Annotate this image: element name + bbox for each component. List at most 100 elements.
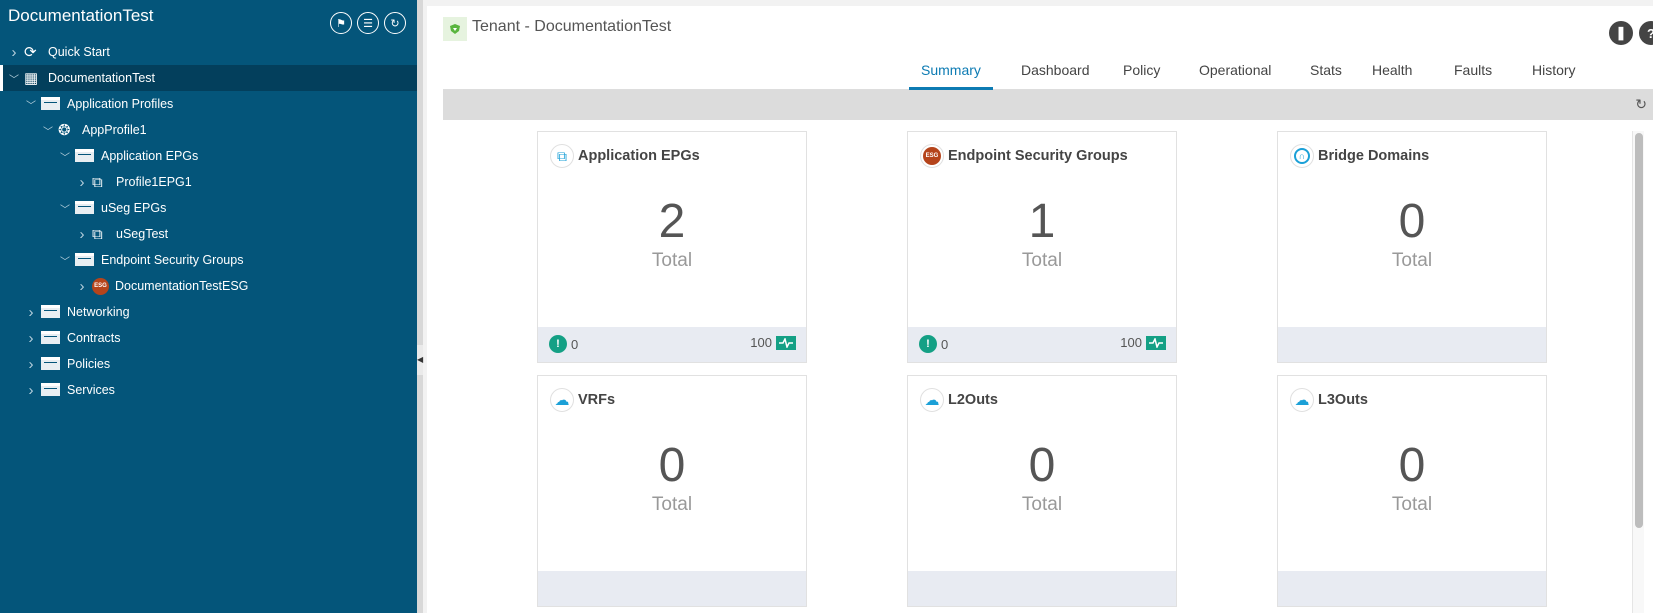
- summary-card[interactable]: ⧉ Application EPGs 2 Total ! 0 100: [537, 131, 807, 363]
- chevron-down-icon[interactable]: ﹀: [59, 149, 71, 164]
- tree-item[interactable]: › ⟳ Quick Start: [0, 39, 417, 65]
- card-title: Bridge Domains: [1318, 148, 1430, 164]
- card-total-value: 0: [1028, 439, 1056, 492]
- tree-item[interactable]: › ⧉ Profile1EPG1: [0, 169, 417, 195]
- tab-faults[interactable]: Faults: [1442, 62, 1504, 90]
- sidebar-title: DocumentationTest: [8, 6, 154, 25]
- health-indicator[interactable]: 100: [1120, 335, 1166, 350]
- tree-item-label: Contracts: [67, 331, 121, 345]
- chevron-down-icon[interactable]: ﹀: [25, 97, 37, 112]
- chevron-right-icon[interactable]: ›: [8, 44, 20, 61]
- card-total-label: Total: [1021, 494, 1063, 515]
- navigation-tree: › ⟳ Quick Start ﹀ ▦ DocumentationTest ﹀ Applica…: [0, 39, 417, 403]
- refresh-icon[interactable]: ↻: [384, 12, 406, 34]
- tab-bar: Summary Dashboard Policy Operational Stats He…: [443, 50, 1653, 90]
- card-total-label: Total: [651, 250, 693, 271]
- chevron-right-icon[interactable]: ›: [76, 174, 88, 191]
- health-pulse-icon: [776, 335, 796, 350]
- folder-icon: [75, 253, 95, 267]
- tree-item-label: Endpoint Security Groups: [101, 253, 244, 267]
- epg-icon: ⧉: [92, 173, 103, 191]
- health-score: 100: [750, 335, 772, 350]
- tab-summary[interactable]: Summary: [909, 62, 993, 90]
- chevron-down-icon[interactable]: ﹀: [42, 123, 54, 138]
- tree-item-label: Application Profiles: [67, 97, 174, 111]
- tree-item[interactable]: › Networking: [0, 299, 417, 325]
- card-title: Endpoint Security Groups: [948, 148, 1128, 164]
- tree-item[interactable]: ﹀ Application Profiles: [0, 91, 417, 117]
- tab-operational[interactable]: Operational: [1187, 62, 1283, 90]
- summary-card[interactable]: ☁ L3Outs 0 Total: [1277, 375, 1547, 607]
- faults-indicator[interactable]: ! 0: [919, 335, 948, 353]
- tree-item-label: AppProfile1: [82, 123, 147, 137]
- page-title: Tenant - DocumentationTest: [472, 18, 672, 35]
- vrf-icon: ☁: [550, 388, 574, 412]
- chevron-right-icon[interactable]: ›: [25, 304, 37, 321]
- tree-item[interactable]: › Contracts: [0, 325, 417, 351]
- tree-item-label: Profile1EPG1: [116, 175, 192, 189]
- card-title: Application EPGs: [578, 148, 700, 164]
- tree-item-label: Networking: [67, 305, 130, 319]
- chevron-right-icon[interactable]: ›: [25, 382, 37, 399]
- tree-item[interactable]: ﹀ ❂ AppProfile1: [0, 117, 417, 143]
- bookmark-icon[interactable]: ❚: [1609, 21, 1633, 45]
- summary-card[interactable]: ☁ VRFs 0 Total: [537, 375, 807, 607]
- chevron-down-icon[interactable]: ﹀: [59, 201, 71, 216]
- tab-history[interactable]: History: [1520, 62, 1588, 90]
- tree-item-label: Application EPGs: [101, 149, 199, 163]
- tree-item[interactable]: ﹀ Application EPGs: [0, 143, 417, 169]
- tree-item[interactable]: › ⧉ uSegTest: [0, 221, 417, 247]
- toolbar: ↻: [443, 90, 1653, 120]
- card-footer: [1278, 327, 1546, 362]
- card-total-value: 0: [1398, 195, 1426, 248]
- tree-item[interactable]: › Services: [0, 377, 417, 403]
- folder-icon: [41, 383, 61, 397]
- flag-icon[interactable]: ⚑: [330, 12, 352, 34]
- card-footer: ! 0 100: [538, 327, 806, 362]
- folder-icon: [41, 357, 61, 371]
- health-indicator[interactable]: 100: [750, 335, 796, 350]
- tree-item-label: DocumentationTest: [48, 71, 156, 85]
- scrollbar-thumb[interactable]: [1635, 133, 1643, 528]
- filter-icon[interactable]: ☰: [357, 12, 379, 34]
- help-icon[interactable]: ?: [1639, 21, 1653, 45]
- fault-count: 0: [571, 336, 579, 352]
- tree-item[interactable]: › Policies: [0, 351, 417, 377]
- card-total-label: Total: [1021, 250, 1063, 271]
- tab-policy[interactable]: Policy: [1111, 62, 1172, 90]
- chevron-right-icon[interactable]: ›: [76, 226, 88, 243]
- tenant-icon: ▦: [24, 70, 39, 87]
- folder-icon: [41, 305, 61, 319]
- summary-card[interactable]: ☁ L2Outs 0 Total: [907, 375, 1177, 607]
- tree-item-label: DocumentationTestESG: [115, 279, 249, 293]
- quick-start-icon: ⟳: [24, 44, 37, 61]
- l2out-icon: ☁: [920, 388, 944, 412]
- refresh-icon[interactable]: ↻: [1635, 96, 1647, 113]
- tree-item-label: uSegTest: [116, 227, 169, 241]
- tree-item[interactable]: ﹀ Endpoint Security Groups: [0, 247, 417, 273]
- summary-card[interactable]: ∩ Bridge Domains 0 Total: [1277, 131, 1547, 363]
- chevron-down-icon[interactable]: ﹀: [8, 71, 20, 86]
- card-total-value: 0: [1398, 439, 1426, 492]
- tab-health[interactable]: Health: [1360, 62, 1424, 90]
- chevron-down-icon[interactable]: ﹀: [59, 253, 71, 268]
- chevron-right-icon[interactable]: ›: [76, 278, 88, 295]
- collapse-handle-icon[interactable]: ◀: [417, 345, 423, 375]
- tree-item-label: uSeg EPGs: [101, 201, 167, 215]
- card-total-value: 0: [658, 439, 686, 492]
- tab-stats[interactable]: Stats: [1298, 62, 1354, 90]
- app-profile-icon: ❂: [58, 122, 71, 139]
- card-footer: [1278, 571, 1546, 606]
- tree-item[interactable]: ﹀ ▦ DocumentationTest: [0, 65, 417, 91]
- card-footer: [908, 571, 1176, 606]
- scrollbar[interactable]: [1632, 131, 1644, 613]
- chevron-right-icon[interactable]: ›: [25, 330, 37, 347]
- tree-item[interactable]: › ESG DocumentationTestESG: [0, 273, 417, 299]
- card-footer: ! 0 100: [908, 327, 1176, 362]
- tree-item[interactable]: ﹀ uSeg EPGs: [0, 195, 417, 221]
- tab-dashboard[interactable]: Dashboard: [1009, 62, 1102, 90]
- faults-indicator[interactable]: ! 0: [549, 335, 578, 353]
- sidebar-splitter[interactable]: ◀: [417, 0, 423, 613]
- summary-card[interactable]: ESG Endpoint Security Groups 1 Total ! 0 1…: [907, 131, 1177, 363]
- chevron-right-icon[interactable]: ›: [25, 356, 37, 373]
